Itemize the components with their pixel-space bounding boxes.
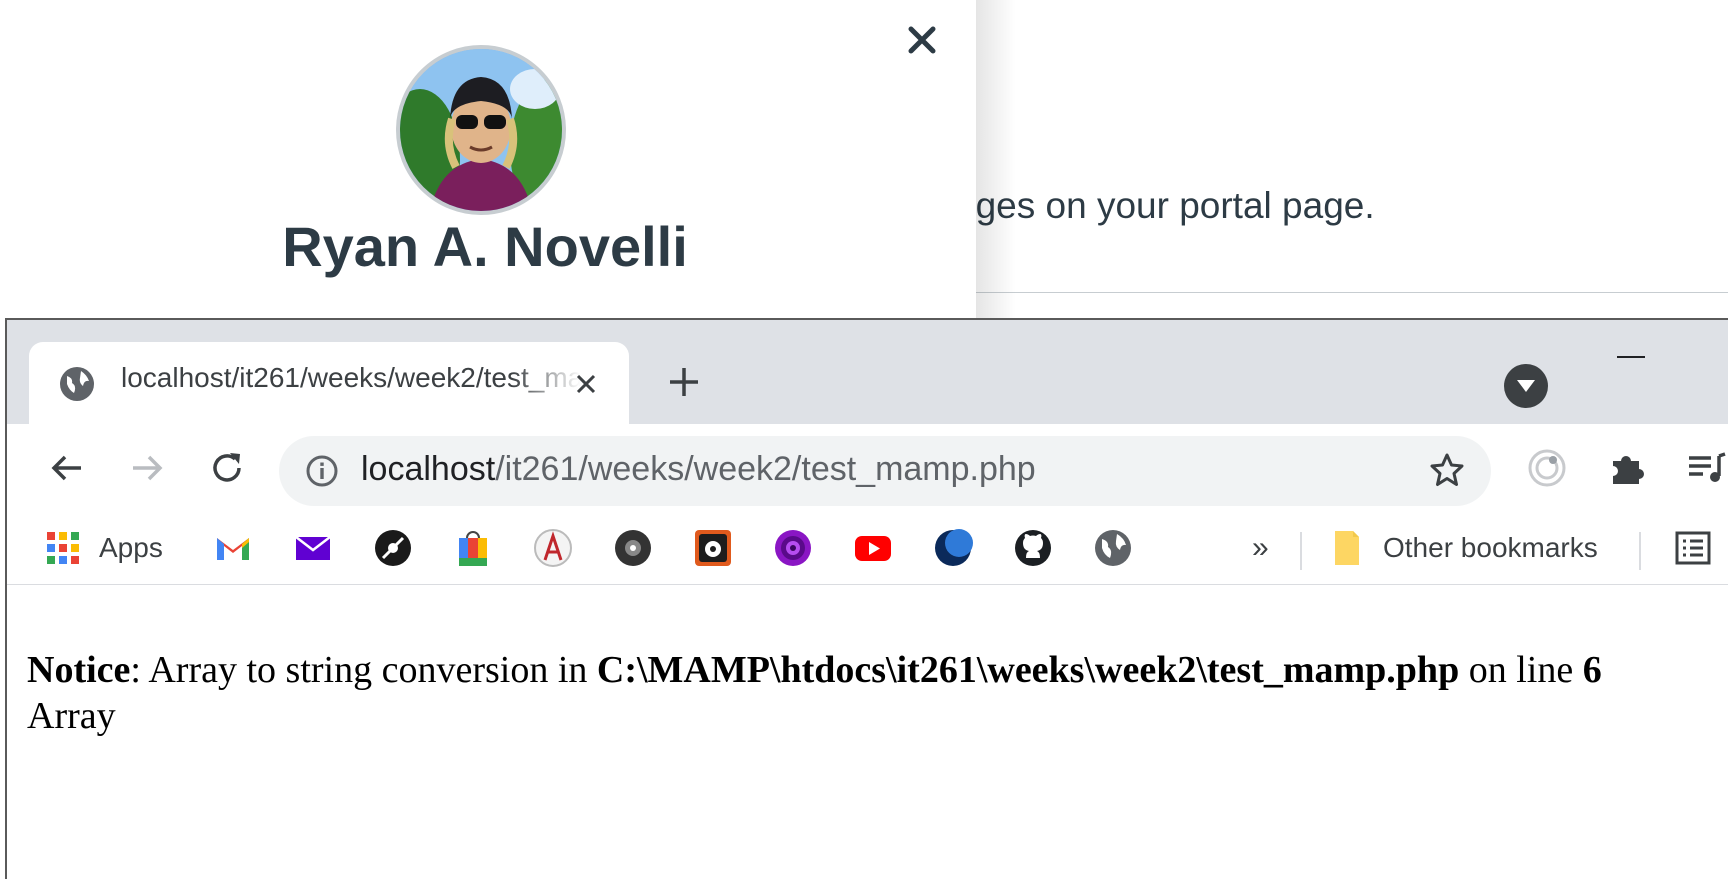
gmail-icon bbox=[217, 538, 249, 560]
bookmark-disc[interactable] bbox=[613, 528, 653, 568]
bookmark-speaker[interactable] bbox=[693, 528, 733, 568]
disc-icon bbox=[615, 530, 651, 566]
plus-icon bbox=[670, 368, 698, 396]
profile-tray: Ryan A. Novelli bbox=[0, 0, 976, 318]
notice-text: : Array to string conversion in bbox=[130, 649, 597, 691]
page-content: Notice: Array to string conversion in C:… bbox=[7, 585, 1728, 881]
php-output: Array bbox=[27, 695, 116, 737]
reading-list-button[interactable] bbox=[1673, 528, 1713, 568]
media-control-button[interactable] bbox=[1683, 444, 1728, 492]
folder-icon bbox=[1335, 531, 1359, 565]
extensions-button[interactable] bbox=[1603, 444, 1651, 492]
bookmark-globe[interactable] bbox=[1093, 528, 1133, 568]
notice-label: Notice bbox=[27, 649, 131, 691]
star-icon bbox=[1430, 453, 1464, 486]
bookmarks-separator bbox=[1300, 532, 1302, 570]
speaker-icon bbox=[695, 530, 731, 566]
bookmark-text-a[interactable] bbox=[533, 528, 573, 568]
bookmark-apps[interactable]: Apps bbox=[43, 528, 163, 568]
crescent-icon bbox=[935, 529, 973, 566]
bookmark-target[interactable] bbox=[773, 528, 813, 568]
close-icon bbox=[576, 374, 596, 394]
reload-icon bbox=[213, 453, 241, 482]
overflow-chevron-icon: » bbox=[1252, 531, 1269, 564]
bookmarks-bar: Apps » Other bookmarks bbox=[7, 512, 1728, 585]
reading-list-icon bbox=[1675, 531, 1711, 565]
bookmark-vinyl[interactable] bbox=[373, 528, 413, 568]
globe-icon bbox=[1095, 530, 1131, 566]
target-ring-icon bbox=[1528, 449, 1566, 487]
tab-strip: localhost/it261/weeks/week2/test_mamp.ph… bbox=[7, 320, 1728, 426]
minimize-button[interactable] bbox=[1617, 356, 1645, 358]
browser-window: localhost/it261/weeks/week2/test_mamp.ph… bbox=[5, 318, 1728, 881]
bookmark-gmail[interactable] bbox=[213, 528, 253, 568]
url-host: localhost bbox=[361, 450, 496, 488]
youtube-icon bbox=[855, 536, 891, 561]
arrow-left-icon bbox=[51, 455, 81, 481]
bookmark-github[interactable] bbox=[1013, 528, 1053, 568]
apps-grid-icon bbox=[47, 532, 79, 564]
bookmark-youtube[interactable] bbox=[853, 528, 893, 568]
divider bbox=[976, 292, 1728, 293]
tab-title: localhost/it261/weeks/week2/test_mamp.ph… bbox=[121, 362, 581, 393]
background-text: ages on your portal page. bbox=[955, 185, 1375, 226]
puzzle-icon bbox=[1613, 455, 1644, 484]
bookmark-mail[interactable] bbox=[293, 528, 333, 568]
bookmarks-overflow-button[interactable]: » bbox=[1252, 528, 1269, 568]
url-text[interactable]: localhost/it261/weeks/week2/test_mamp.ph… bbox=[361, 450, 1036, 489]
notice-file-path: C:\MAMP\htdocs\it261\weeks\week2\test_ma… bbox=[596, 649, 1460, 691]
close-tray-button[interactable] bbox=[902, 20, 942, 60]
globe-icon bbox=[60, 367, 94, 401]
text-a-icon bbox=[534, 529, 572, 567]
reload-button[interactable] bbox=[203, 444, 251, 492]
other-bookmarks-label: Other bookmarks bbox=[1383, 532, 1598, 563]
playlist-music-icon bbox=[1689, 452, 1726, 482]
avatar[interactable] bbox=[396, 45, 566, 215]
profile-name: Ryan A. Novelli bbox=[282, 215, 688, 278]
address-bar[interactable]: localhost/it261/weeks/week2/test_mamp.ph… bbox=[279, 436, 1491, 506]
info-icon[interactable] bbox=[305, 454, 339, 488]
tab-search-button[interactable] bbox=[1504, 364, 1548, 408]
new-tab-button[interactable] bbox=[662, 360, 706, 404]
toolbar: localhost/it261/weeks/week2/test_mamp.ph… bbox=[7, 424, 1728, 512]
mail-icon bbox=[295, 536, 331, 560]
notice-line-text: on line bbox=[1459, 649, 1583, 691]
bookmarks-separator bbox=[1639, 532, 1641, 570]
close-icon bbox=[908, 26, 936, 54]
forward-button[interactable] bbox=[123, 444, 171, 492]
bookmark-apps-label: Apps bbox=[99, 532, 163, 563]
php-notice: Notice: Array to string conversion in C:… bbox=[27, 647, 1602, 739]
url-path: /it261/weeks/week2/test_mamp.php bbox=[495, 450, 1036, 488]
chevron-down-icon bbox=[1517, 380, 1535, 392]
arrow-right-icon bbox=[133, 455, 163, 481]
back-button[interactable] bbox=[43, 444, 91, 492]
github-icon bbox=[1015, 530, 1051, 566]
tab-active[interactable]: localhost/it261/weeks/week2/test_mamp.ph… bbox=[29, 342, 629, 426]
bookmark-crescent[interactable] bbox=[933, 528, 973, 568]
target-icon bbox=[775, 530, 811, 566]
tab-close-button[interactable] bbox=[571, 369, 601, 399]
bookmark-shopping[interactable] bbox=[453, 528, 493, 568]
extension-button[interactable] bbox=[1523, 444, 1571, 492]
tray-shadow bbox=[976, 0, 1016, 318]
notice-line-number: 6 bbox=[1582, 649, 1602, 691]
avatar-photo bbox=[400, 49, 562, 211]
shopping-bag-icon bbox=[459, 531, 487, 566]
bookmark-star-button[interactable] bbox=[1427, 450, 1467, 490]
bookmark-other[interactable]: Other bookmarks bbox=[1327, 528, 1598, 568]
vinyl-icon bbox=[375, 530, 411, 566]
